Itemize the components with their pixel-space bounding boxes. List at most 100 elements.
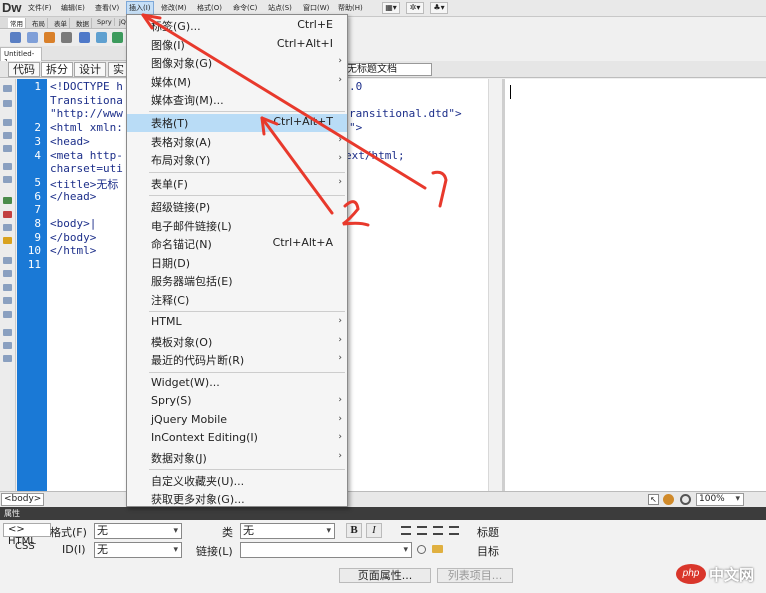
tag-selector[interactable]: <body> bbox=[1, 493, 45, 506]
menu-edit[interactable]: 编辑(E) bbox=[61, 3, 85, 13]
code-view-button[interactable]: 代码 bbox=[8, 62, 40, 77]
line-numbers-icon[interactable] bbox=[3, 197, 12, 204]
design-view-button[interactable]: 设计 bbox=[74, 62, 106, 77]
menu-view[interactable]: 查看(V) bbox=[95, 3, 119, 13]
document-tab[interactable]: Untitled-1 bbox=[0, 47, 42, 66]
css-mode-button[interactable]: CSS bbox=[3, 541, 51, 555]
split-view-button[interactable]: 拆分 bbox=[41, 62, 73, 77]
zoom-tool-icon[interactable] bbox=[680, 494, 691, 505]
tab-forms[interactable]: 表单 bbox=[52, 18, 70, 28]
italic-button[interactable]: I bbox=[366, 523, 382, 538]
menu-help[interactable]: 帮助(H) bbox=[338, 3, 363, 13]
point-to-file-icon[interactable] bbox=[417, 545, 426, 554]
menu-file[interactable]: 文件(F) bbox=[28, 3, 52, 13]
live-view-button[interactable]: 实 bbox=[108, 62, 128, 77]
outdent-code-icon[interactable] bbox=[3, 342, 12, 349]
code-scrollbar[interactable] bbox=[488, 79, 502, 491]
list-item-button[interactable]: 列表项目... bbox=[437, 568, 513, 583]
insert-menu-item[interactable]: 注释(C) bbox=[127, 291, 347, 309]
auto-indent-icon[interactable] bbox=[3, 237, 12, 244]
line-number: 10 bbox=[27, 244, 41, 257]
page-properties-button[interactable]: 页面属性... bbox=[339, 568, 431, 583]
insert-menu-item[interactable]: 日期(D) bbox=[127, 254, 347, 272]
insert-menu-item[interactable]: 表格对象(A) › bbox=[127, 133, 347, 151]
menu-insert[interactable]: 插入(I) bbox=[126, 1, 154, 15]
hr-icon[interactable] bbox=[61, 32, 72, 43]
table-icon[interactable] bbox=[79, 32, 90, 43]
balance-braces-icon[interactable] bbox=[3, 176, 12, 183]
insert-menu-item[interactable]: 图像(I) Ctrl+Alt+I bbox=[127, 36, 347, 54]
menu-commands[interactable]: 命令(C) bbox=[233, 3, 257, 13]
document-title-input[interactable]: 无标题文档 bbox=[344, 63, 432, 76]
bold-button[interactable]: B bbox=[346, 523, 362, 538]
wrap-tag-icon[interactable] bbox=[3, 284, 12, 291]
insert-menu-item[interactable]: 超级链接(P) bbox=[127, 198, 347, 216]
browse-folder-icon[interactable] bbox=[432, 545, 443, 553]
insert-menu-item[interactable]: HTML › bbox=[127, 314, 347, 332]
highlight-invalid-icon[interactable] bbox=[3, 211, 12, 218]
id-select[interactable]: 无 ▾ bbox=[94, 542, 182, 558]
title-label: 标题 bbox=[477, 526, 499, 539]
insert-menu-item[interactable]: 获取更多对象(G)... bbox=[127, 490, 347, 508]
insert-menu-item[interactable]: jQuery Mobile › bbox=[127, 412, 347, 430]
pointer-tool-icon[interactable]: ↖ bbox=[648, 494, 659, 505]
apply-comment-icon[interactable] bbox=[3, 257, 12, 264]
insert-menu-item[interactable]: 表单(F) › bbox=[127, 175, 347, 193]
collapse-tag-icon[interactable] bbox=[3, 119, 12, 126]
show-code-navigator-icon[interactable] bbox=[3, 100, 12, 107]
insert-menu-item[interactable]: 数据对象(J) › bbox=[127, 449, 347, 467]
tab-data[interactable]: 数据 bbox=[74, 18, 92, 28]
menu-format[interactable]: 格式(O) bbox=[197, 3, 222, 13]
move-css-icon[interactable] bbox=[3, 311, 12, 318]
gear-icon[interactable]: ✲▾ bbox=[406, 2, 424, 14]
email-link-icon[interactable] bbox=[27, 32, 38, 43]
image-icon[interactable] bbox=[112, 32, 123, 43]
syntax-coloring-icon[interactable] bbox=[3, 224, 12, 231]
recent-snippets-icon[interactable] bbox=[3, 297, 12, 304]
insert-menu-item[interactable]: 模板对象(O) › bbox=[127, 333, 347, 351]
layout-switch-icon[interactable]: ▦▾ bbox=[382, 2, 400, 14]
hand-tool-icon[interactable] bbox=[663, 494, 674, 505]
insert-menu-item[interactable]: 标签(G)... Ctrl+E bbox=[127, 17, 347, 35]
zoom-select[interactable]: 100% ▾ bbox=[696, 493, 744, 506]
insert-menu-item[interactable]: Spry(S) › bbox=[127, 393, 347, 411]
html-mode-button[interactable]: <> HTML bbox=[3, 523, 51, 547]
insert-menu-item[interactable]: 媒体查询(M)... bbox=[127, 91, 347, 109]
insert-menu-item[interactable]: 最近的代码片断(R) › bbox=[127, 351, 347, 369]
expand-all-icon[interactable] bbox=[3, 145, 12, 152]
tab-common[interactable]: 常用 bbox=[8, 18, 26, 28]
unordered-list-icon[interactable] bbox=[401, 526, 411, 535]
select-parent-tag-icon[interactable] bbox=[3, 163, 12, 170]
div-icon[interactable] bbox=[96, 32, 107, 43]
insert-menu-item[interactable]: Widget(W)... bbox=[127, 375, 347, 393]
insert-menu-item[interactable]: 表格(T) Ctrl+Alt+T bbox=[127, 114, 347, 133]
open-documents-icon[interactable] bbox=[3, 85, 12, 92]
menu-modify[interactable]: 修改(M) bbox=[161, 3, 187, 13]
insert-menu-item[interactable]: InContext Editing(I) › bbox=[127, 430, 347, 448]
hyperlink-icon[interactable] bbox=[10, 32, 21, 43]
indent-code-icon[interactable] bbox=[3, 329, 12, 336]
link-input[interactable]: ▾ bbox=[240, 542, 412, 558]
menu-window[interactable]: 窗口(W) bbox=[303, 3, 329, 13]
indent-icon[interactable] bbox=[449, 526, 459, 535]
insert-menu-item[interactable]: 媒体(M) › bbox=[127, 73, 347, 91]
menu-site[interactable]: 站点(S) bbox=[268, 3, 292, 13]
class-select[interactable]: 无 ▾ bbox=[240, 523, 335, 539]
tab-layout[interactable]: 布局 bbox=[30, 18, 48, 28]
extensions-icon[interactable]: ♣▾ bbox=[430, 2, 448, 14]
outdent-icon[interactable] bbox=[433, 526, 443, 535]
format-select[interactable]: 无 ▾ bbox=[94, 523, 182, 539]
format-source-icon[interactable] bbox=[3, 355, 12, 362]
ordered-list-icon[interactable] bbox=[417, 526, 427, 535]
insert-menu-item[interactable]: 服务器端包括(E) bbox=[127, 272, 347, 290]
remove-comment-icon[interactable] bbox=[3, 270, 12, 277]
collapse-selection-icon[interactable] bbox=[3, 132, 12, 139]
tab-spry[interactable]: Spry bbox=[95, 18, 115, 26]
insert-menu-item[interactable]: 命名锚记(N) Ctrl+Alt+A bbox=[127, 235, 347, 253]
insert-menu-item[interactable]: 布局对象(Y) › bbox=[127, 151, 347, 169]
design-view[interactable] bbox=[505, 79, 766, 491]
insert-menu-item[interactable]: 图像对象(G) › bbox=[127, 54, 347, 72]
anchor-icon[interactable] bbox=[44, 32, 55, 43]
insert-menu-item[interactable]: 自定义收藏夹(U)... bbox=[127, 472, 347, 490]
insert-menu-item[interactable]: 电子邮件链接(L) bbox=[127, 217, 347, 235]
